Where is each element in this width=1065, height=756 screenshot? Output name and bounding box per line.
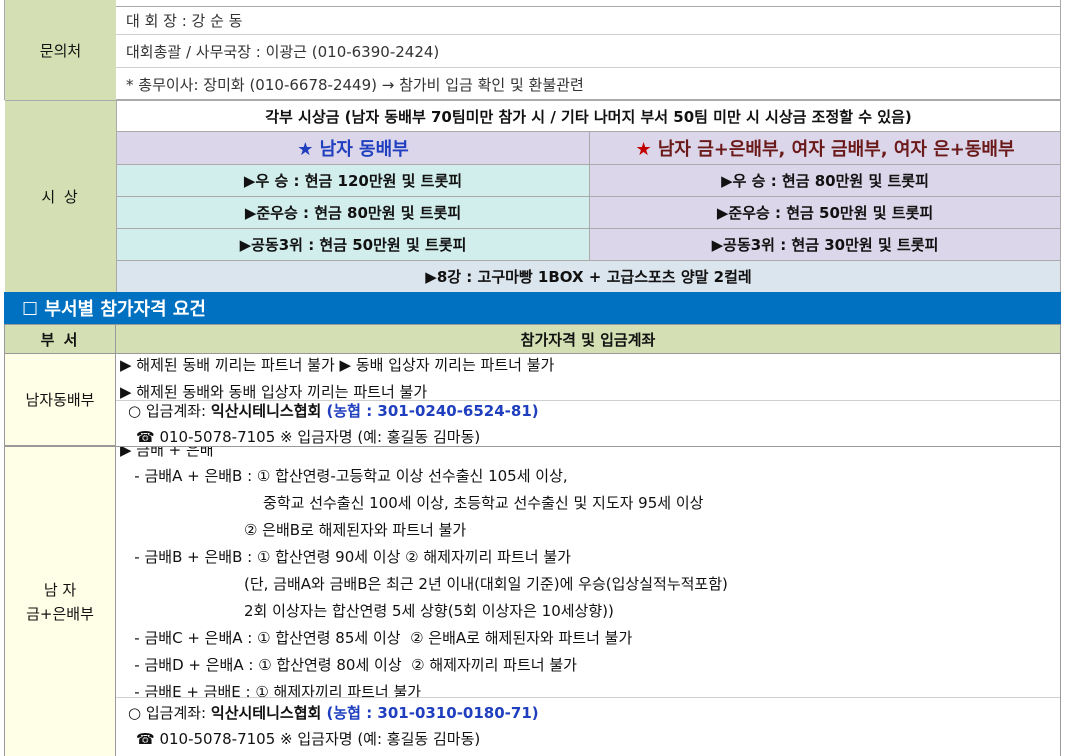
division-1-rule-1: ▶ 해제된 동배 끼리는 파트너 불가 ▶ 동배 입상자 끼리는 파트너 불가 (120, 356, 555, 374)
division-1-name: 남자동배부 (25, 391, 95, 409)
prize-row-1-right: ▶우 승 : 현금 80만원 및 트롯피 (589, 165, 1061, 197)
contact-line-2: 대회총괄 / 사무국장 : 이광근 (010-6390-2424) (116, 36, 1060, 68)
star-icon: ★ (635, 139, 652, 160)
division-1-account: ○ 입금계좌: 익산시테니스협회 (농협 : 301-0240-6524-81) (128, 402, 539, 420)
prize-row-3-right: ▶공동3위 : 현금 30만원 및 트롯피 (589, 229, 1061, 261)
prize-label: 시 상 (5, 100, 116, 292)
account-org: 익산시테니스협회 (210, 704, 322, 722)
division-2-rule-1: ▶ 금배 + 은배 (120, 447, 214, 459)
contact-line-3: * 총무이사: 장미화 (010-6678-2449) → 참가비 입금 확인 … (126, 75, 584, 94)
division-2-account: ○ 입금계좌: 익산시테니스협회 (농협 : 301-0310-0180-71) (128, 704, 539, 722)
division-2-name-cell: 남 자 금+은배부 (4, 447, 116, 756)
prize-note: 각부 시상금 (남자 동배부 70팀미만 참가 시 / 기타 나머지 부서 50… (116, 100, 1061, 132)
division-2-phone: ☎ 010-5078-7105 ※ 입금자명 (예: 홍길동 김마동) (136, 730, 481, 748)
account-org: 익산시테니스협회 (210, 402, 322, 420)
prize-row-2-right: ▶준우승 : 현금 50만원 및 트롯피 (589, 197, 1061, 229)
division-2-rule-7: 2회 이상자는 합산연령 5세 상향(5회 이상자은 10세상향)) (120, 602, 614, 620)
prize-row-3-left: ▶공동3위 : 현금 50만원 및 트롯피 (116, 229, 589, 261)
division-2-name-line-2: 금+은배부 (26, 604, 94, 623)
account-number: (농협 : 301-0310-0180-71) (321, 704, 539, 722)
division-1-phone: ☎ 010-5078-7105 ※ 입금자명 (예: 홍길동 김마동) (136, 428, 481, 446)
table-header-qualification: 참가자격 및 입금계좌 (116, 324, 1061, 354)
division-2-rule-4: ② 은배B로 해제된자와 파트너 불가 (120, 521, 467, 539)
division-2-rules: ▶ 금배 + 은배 - 금배A + 은배B : ① 합산연령-고등학교 이상 선… (116, 447, 1060, 697)
section-title: ☐ 부서별 참가자격 요건 (4, 292, 1061, 324)
division-1-name-cell: 남자동배부 (4, 354, 116, 446)
division-2-name-line-1: 남 자 (43, 580, 77, 599)
prize-header-right-text: ★ 남자 금+은배부, 여자 금배부, 여자 은+동배부 (635, 139, 1015, 160)
divider (116, 697, 1060, 698)
prize-row-2-left: ▶준우승 : 현금 80만원 및 트롯피 (116, 197, 589, 229)
division-2-rule-5: - 금배B + 은배B : ① 합산연령 90세 이상 ② 해제자끼리 파트너 … (120, 548, 571, 566)
prize-bottom: ▶8강 : 고구마빵 1BOX + 고급스포츠 양말 2컬레 (116, 261, 1061, 292)
account-prefix: ○ 입금계좌: (128, 402, 211, 420)
table-header-division: 부 서 (4, 324, 116, 354)
account-prefix: ○ 입금계좌: (128, 704, 211, 722)
prize-header-left: ★ 남자 동배부 (116, 132, 589, 165)
prize-row-1-left: ▶우 승 : 현금 120만원 및 트롯피 (116, 165, 589, 197)
division-1-rule-2: ▶ 해제된 동배와 동배 입상자 끼리는 파트너 불가 (120, 383, 428, 401)
division-2-rule-9: - 금배D + 은배A : ① 합산연령 80세 이상 ② 해제자끼리 파트너 … (120, 656, 577, 674)
division-2-content: ▶ 금배 + 은배 - 금배A + 은배B : ① 합산연령-고등학교 이상 선… (116, 447, 1061, 756)
account-number: (농협 : 301-0240-6524-81) (321, 402, 539, 420)
division-2-rule-6: (단, 금배A와 금배B은 최근 2년 이내(대회일 기준)에 우승(입상실적누… (120, 575, 728, 593)
contact-line-1: 대 회 장 : 강 순 동 (116, 6, 1060, 35)
division-2-rule-10: - 금배E + 금배E : ① 해제자끼리 파트너 불가 (120, 683, 422, 697)
prize-header-right: ★ 남자 금+은배부, 여자 금배부, 여자 은+동배부 (589, 132, 1061, 165)
division-2-rule-2: - 금배A + 은배B : ① 합산연령-고등학교 이상 선수출신 105세 이… (120, 467, 568, 485)
divider (116, 400, 1060, 401)
division-2-rule-3: 중학교 선수출신 100세 이상, 초등학교 선수출신 및 지도자 95세 이상 (120, 494, 704, 512)
contact-label: 문의처 (5, 0, 116, 100)
division-1-content: ▶ 해제된 동배 끼리는 파트너 불가 ▶ 동배 입상자 끼리는 파트너 불가 … (116, 354, 1061, 446)
division-2-rule-8: - 금배C + 은배A : ① 합산연령 85세 이상 ② 은배A로 해제된자와… (120, 629, 633, 647)
prize-header-left-text: ★ 남자 동배부 (297, 139, 409, 160)
